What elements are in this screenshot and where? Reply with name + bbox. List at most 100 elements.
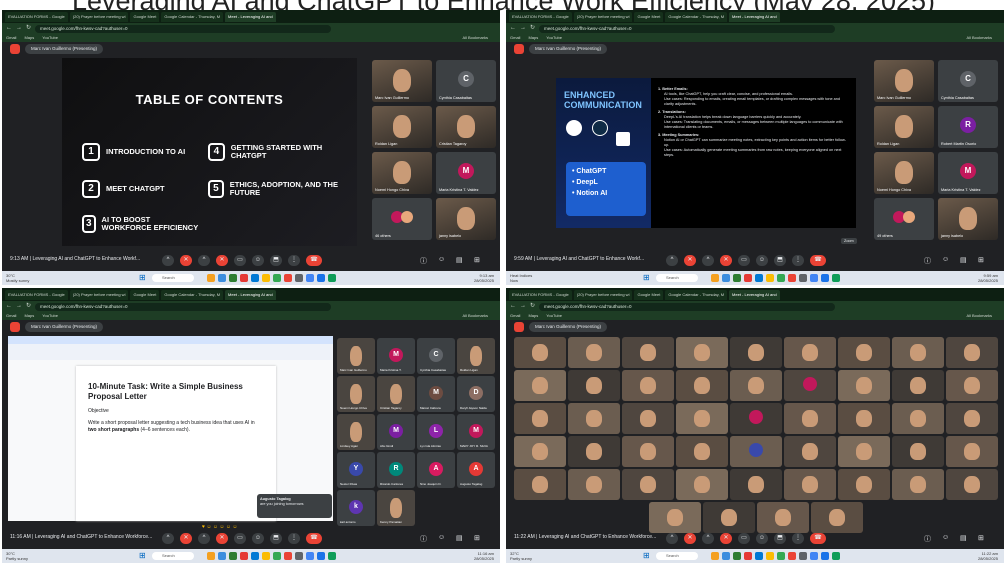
participant-tile[interactable]: C Cynthia Casabaitas	[938, 60, 998, 102]
bookmark-item[interactable]: Maps	[528, 313, 538, 318]
participant-tile[interactable]: Roldan Ligan	[874, 106, 934, 148]
bookmark-item[interactable]: YouTube	[42, 35, 58, 40]
browser-tab[interactable]: EVALUATION FORMS - Google	[5, 289, 68, 300]
taskbar-app-icon[interactable]	[777, 552, 785, 560]
participant-tile[interactable]: M Marcel Cabrera	[417, 376, 455, 412]
browser-tab[interactable]: EVALUATION FORMS - Google	[509, 289, 572, 300]
bookmark-item[interactable]: YouTube	[42, 313, 58, 318]
participant-tile[interactable]	[730, 403, 782, 434]
participant-tile[interactable]: L Lyn Isla Almiras	[417, 414, 455, 450]
participant-tile[interactable]: M Maria Kristina T.	[377, 338, 415, 374]
taskbar-app-icon[interactable]	[251, 552, 259, 560]
chat-icon[interactable]: ▤	[456, 256, 463, 264]
taskbar-app-icon[interactable]	[295, 274, 303, 282]
reaction-bar[interactable]: ♥ ☺ ☺ ☺ ☺ ☺	[202, 524, 237, 530]
taskbar-app-icon[interactable]	[799, 552, 807, 560]
mic-off-icon[interactable]: ✕	[180, 533, 192, 544]
taskbar-search[interactable]: Search	[152, 552, 194, 560]
activities-icon[interactable]: ⊞	[474, 256, 480, 264]
participant-tile[interactable]: Marc Ivan Guillermo	[372, 60, 432, 102]
participant-tile[interactable]	[892, 403, 944, 434]
browser-tab[interactable]: (20) Prayer before meeting wi	[69, 289, 129, 300]
more-icon[interactable]: ⋮	[288, 533, 300, 544]
forward-icon[interactable]: →	[16, 23, 22, 34]
taskbar-app-icon[interactable]	[821, 274, 829, 282]
taskbar-app-icon[interactable]	[744, 552, 752, 560]
participant-tile[interactable]: D Daryll Jayson Nalda	[457, 376, 495, 412]
taskbar-app-icon[interactable]	[810, 552, 818, 560]
weather-widget[interactable]: Heat Indices Now	[510, 273, 532, 283]
taskbar-app-icon[interactable]	[733, 552, 741, 560]
participant-tile[interactable]: A Augusto Tagalog	[457, 452, 495, 488]
participant-tile[interactable]	[568, 469, 620, 500]
participant-tile[interactable]	[838, 370, 890, 401]
all-bookmarks-link[interactable]: All Bookmarks	[462, 312, 488, 320]
taskbar-app-icon[interactable]	[733, 274, 741, 282]
participant-tile[interactable]	[946, 469, 998, 500]
taskbar-app-icon[interactable]	[262, 552, 270, 560]
emoji-icon[interactable]: ☺	[756, 533, 768, 544]
weather-widget[interactable]: 30°C Mostly sunny	[6, 273, 29, 283]
participant-tile[interactable]	[946, 436, 998, 467]
taskbar-app-icon[interactable]	[722, 552, 730, 560]
bookmark-item[interactable]: Maps	[24, 35, 34, 40]
taskbar-app-icon[interactable]	[207, 274, 215, 282]
participant-tile[interactable]	[784, 469, 836, 500]
camera-off-icon[interactable]: ✕	[216, 255, 228, 266]
taskbar-app-icon[interactable]	[229, 274, 237, 282]
info-icon[interactable]: ⓘ	[924, 534, 931, 544]
participant-tile[interactable]	[892, 337, 944, 368]
url-field[interactable]: meet.google.com/fhn-kwsv-cad?authuser=0	[35, 302, 332, 311]
taskbar-app-icon[interactable]	[832, 552, 840, 560]
end-call-button[interactable]: ☎	[810, 533, 826, 544]
back-icon[interactable]: ←	[6, 23, 12, 34]
bookmark-item[interactable]: Maps	[24, 313, 34, 318]
url-field[interactable]: meet.google.com/fhn-kwsv-cad?authuser=0	[539, 302, 836, 311]
participant-tile[interactable]	[568, 436, 620, 467]
participant-tile[interactable]: janny isabelo	[938, 198, 998, 240]
windows-start-icon[interactable]: ⊞	[139, 552, 147, 560]
taskbar-app-icon[interactable]	[766, 552, 774, 560]
bookmark-item[interactable]: Gmail	[510, 35, 520, 40]
present-icon[interactable]: ⬒	[270, 533, 282, 544]
taskbar-app-icon[interactable]	[766, 274, 774, 282]
end-call-button[interactable]: ☎	[306, 255, 322, 266]
participant-tile[interactable]	[730, 436, 782, 467]
browser-tab[interactable]: (20) Prayer before meeting wi	[573, 289, 633, 300]
bookmark-item[interactable]: Gmail	[6, 313, 16, 318]
participant-tile[interactable]	[946, 370, 998, 401]
participant-tile[interactable]	[676, 370, 728, 401]
participant-tile[interactable]	[622, 403, 674, 434]
participant-tile[interactable]: A Nino Joaquin D.	[417, 452, 455, 488]
chevron-up-icon[interactable]: ^	[198, 533, 210, 544]
participant-tile[interactable]: R Robert Martin Osorio	[938, 106, 998, 148]
reload-icon[interactable]: ↻	[530, 301, 535, 312]
participant-tile[interactable]	[784, 337, 836, 368]
back-icon[interactable]: ←	[510, 301, 516, 312]
more-icon[interactable]: ⋮	[288, 255, 300, 266]
taskbar-app-icon[interactable]	[799, 274, 807, 282]
windows-start-icon[interactable]: ⊞	[643, 274, 651, 282]
participant-tile[interactable]	[568, 370, 620, 401]
browser-tab[interactable]: Google Meet	[634, 11, 664, 22]
participant-tile[interactable]	[514, 436, 566, 467]
chat-icon[interactable]: ▤	[960, 534, 967, 542]
taskbar-app-icon[interactable]	[317, 552, 325, 560]
browser-tab[interactable]: Google Meet	[130, 289, 160, 300]
browser-tab[interactable]: Meet - Leveraging AI and	[225, 289, 276, 300]
participant-tile[interactable]	[514, 403, 566, 434]
participant-tile[interactable]	[946, 403, 998, 434]
people-icon[interactable]: ☺	[942, 256, 949, 263]
participant-tile[interactable]	[676, 469, 728, 500]
participant-tile[interactable]: Cristian Tagaroy	[377, 376, 415, 412]
participant-tile[interactable]: Noemi Hongo Chiva	[337, 376, 375, 412]
reload-icon[interactable]: ↻	[26, 301, 31, 312]
windows-start-icon[interactable]: ⊞	[643, 552, 651, 560]
participant-tile[interactable]	[676, 403, 728, 434]
chat-toast[interactable]: Augusto Tagalog are you joining tomorrows	[257, 494, 332, 518]
participant-tile[interactable]	[892, 436, 944, 467]
participant-tile[interactable]	[649, 502, 701, 533]
browser-tab[interactable]: Google Calendar - Thursday, M	[665, 11, 728, 22]
info-icon[interactable]: ⓘ	[420, 534, 427, 544]
people-icon[interactable]: ☺	[438, 534, 445, 541]
